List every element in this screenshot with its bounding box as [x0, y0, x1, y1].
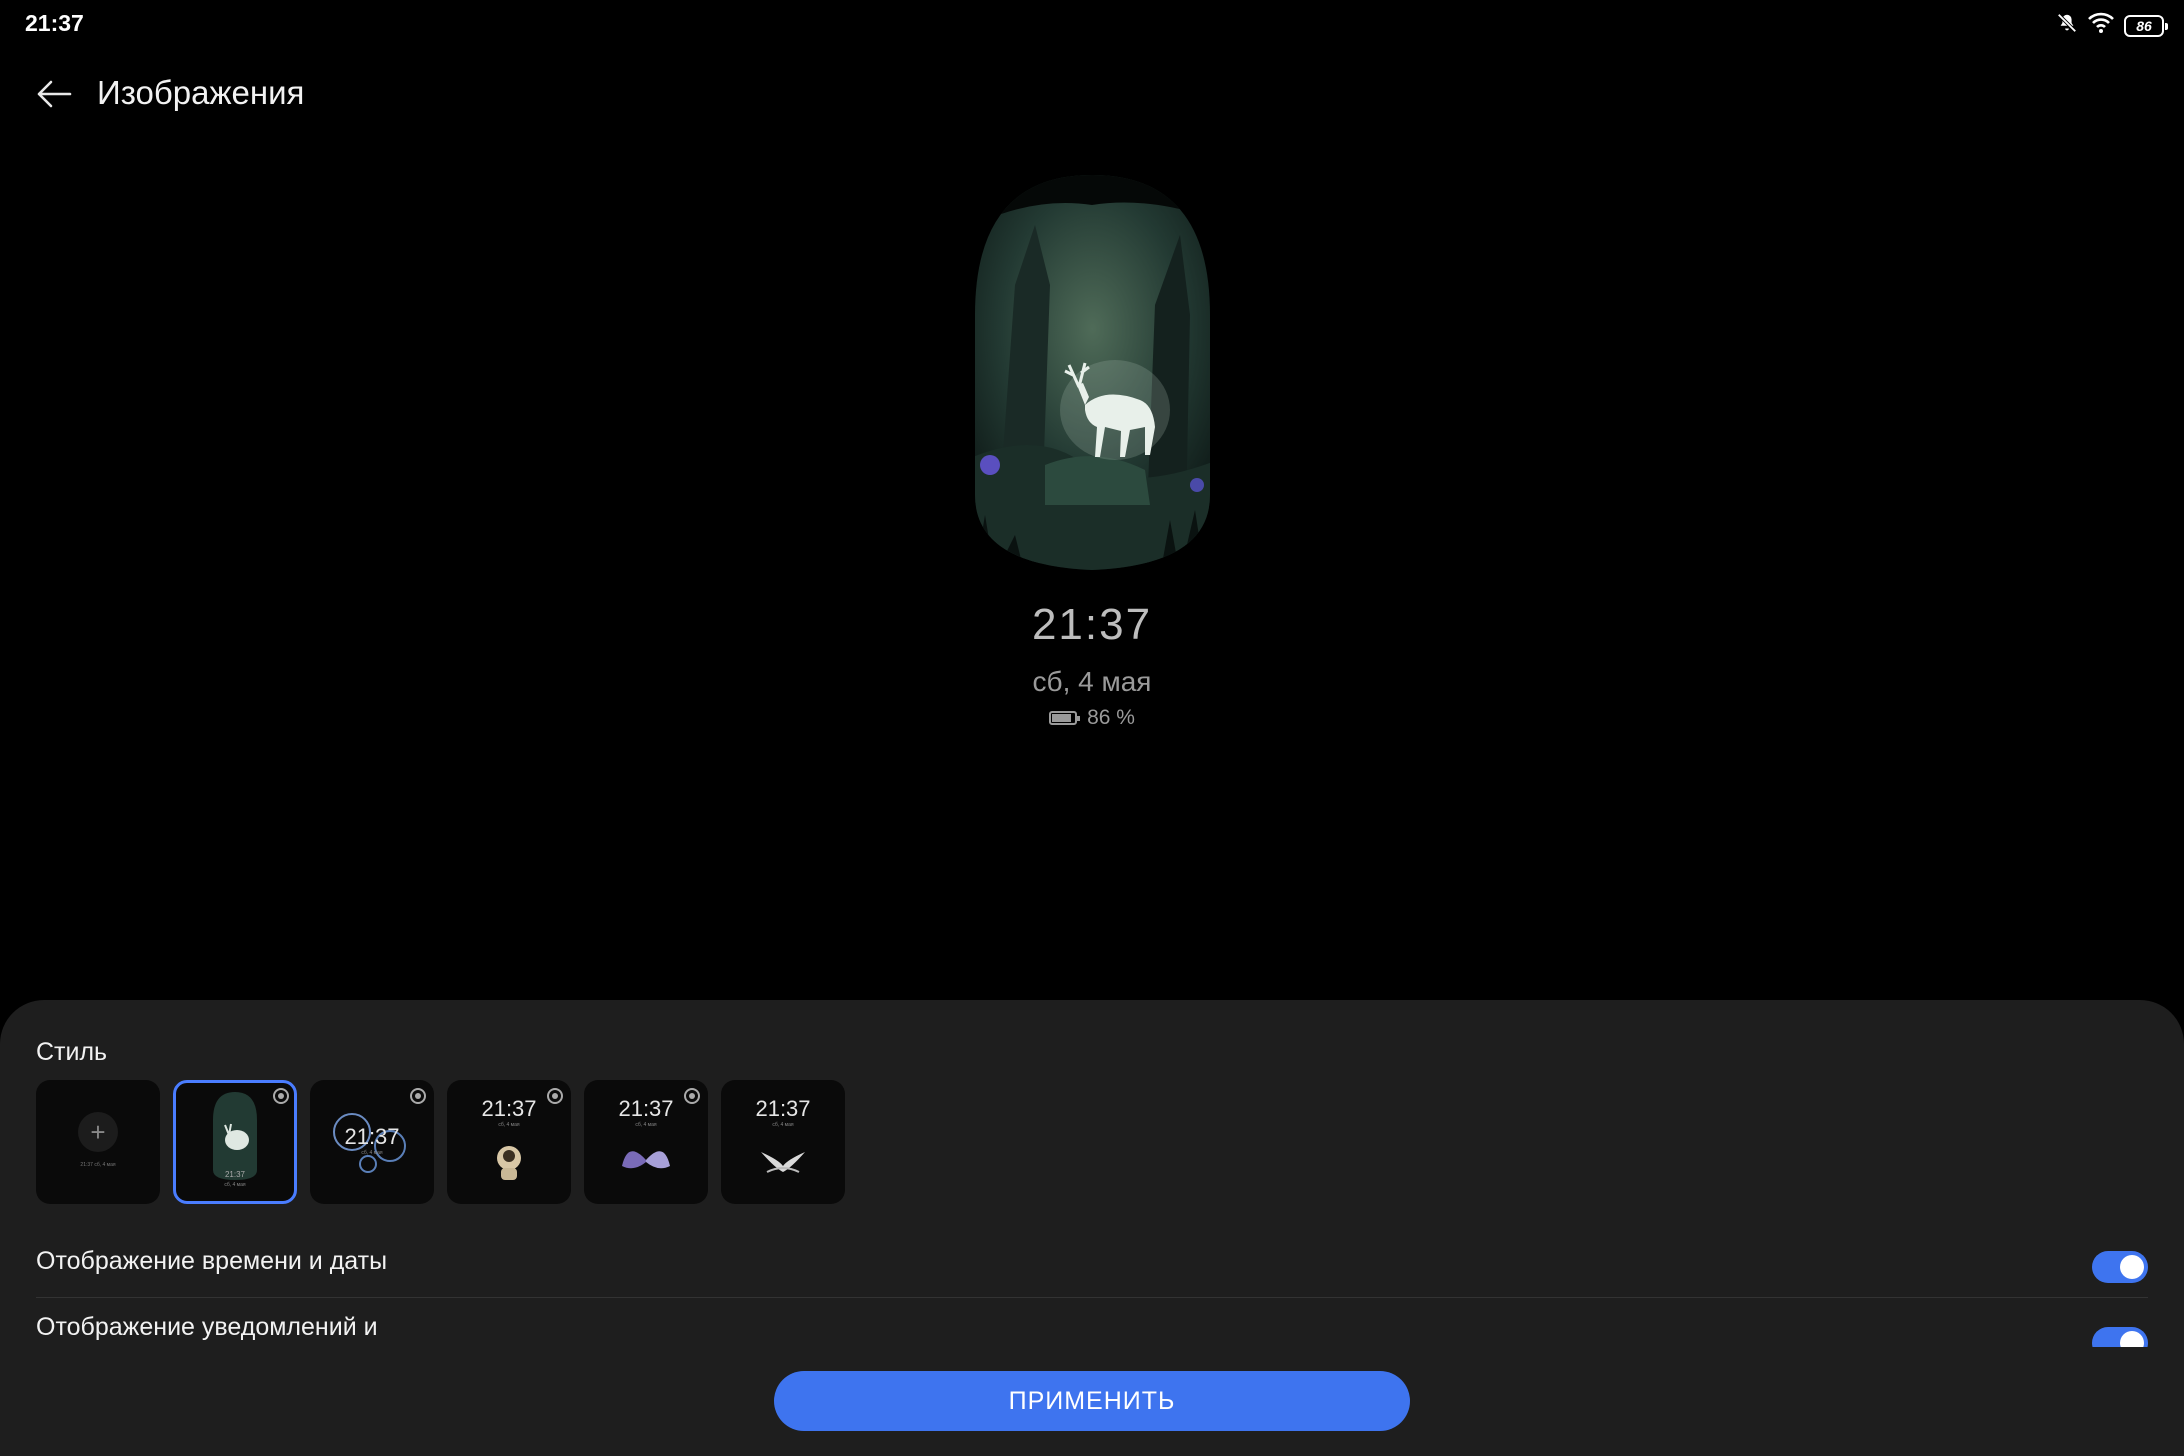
style-thumb-deer[interactable]: 21:37 сб, 4 мая: [173, 1080, 297, 1204]
notifications-toggle[interactable]: [2092, 1327, 2148, 1347]
thumb-sub: 21:37 сб, 4 мая: [80, 1162, 116, 1168]
setting-label: Отображение времени и даты: [36, 1247, 388, 1275]
preview-battery: 86 %: [0, 706, 2184, 730]
thumb-time: 21:37: [344, 1124, 400, 1149]
bird-icon: [761, 1152, 805, 1173]
toggle-knob: [2120, 1255, 2144, 1279]
style-thumb-bubbles[interactable]: 21:37 сб, 4 мая: [310, 1080, 434, 1204]
setting-label: Отображение уведомлений и: [36, 1313, 378, 1341]
style-thumbnails: + 21:37 сб, 4 мая 21:37 сб, 4 мая 21:37 …: [36, 1080, 845, 1204]
setting-row-time-date[interactable]: Отображение времени и даты: [36, 1229, 2148, 1295]
style-label: Стиль: [36, 1038, 108, 1066]
thumb-sub: сб, 4 мая: [361, 1150, 383, 1156]
setting-row-notifications[interactable]: Отображение уведомлений и: [36, 1295, 2148, 1347]
live-badge-icon: [410, 1088, 426, 1104]
preview-date: сб, 4 мая: [1032, 666, 1152, 697]
apply-button[interactable]: ПРИМЕНИТЬ: [774, 1371, 1410, 1431]
status-time: 21:37: [25, 10, 84, 36]
arrow-left-icon: [37, 80, 72, 108]
wifi-icon: [2088, 12, 2114, 39]
status-icons: 86: [2056, 12, 2168, 39]
plus-icon: +: [78, 1112, 118, 1152]
style-thumb-bird[interactable]: 21:37 сб, 4 мая: [721, 1080, 845, 1204]
header: Изображения: [0, 60, 2184, 130]
status-bar: 21:37 86: [0, 0, 2184, 50]
preview-artwork: [975, 175, 1210, 570]
style-thumb-astronaut[interactable]: 21:37 сб, 4 мая: [447, 1080, 571, 1204]
preview-time: 21:37: [1031, 600, 1153, 649]
butterfly-icon: [622, 1151, 670, 1169]
thumb-time: 21:37: [224, 1170, 246, 1179]
time-date-toggle[interactable]: [2092, 1251, 2148, 1283]
style-thumb-butterfly[interactable]: 21:37 сб, 4 мая: [584, 1080, 708, 1204]
live-badge-icon: [273, 1088, 289, 1104]
page-title: Изображения: [97, 74, 305, 111]
back-button[interactable]: [32, 72, 76, 116]
astronaut-icon: [497, 1146, 521, 1180]
battery-icon: 86: [2124, 14, 2168, 37]
preview-battery-text: 86 %: [1087, 706, 1135, 729]
battery-icon: [1049, 711, 1081, 725]
bell-off-icon: [2056, 12, 2078, 39]
style-thumb-add[interactable]: + 21:37 сб, 4 мая: [36, 1080, 160, 1204]
battery-level: 86: [2136, 17, 2152, 34]
thumb-sub: сб, 4 мая: [224, 1182, 246, 1188]
toggle-knob: [2120, 1331, 2144, 1347]
